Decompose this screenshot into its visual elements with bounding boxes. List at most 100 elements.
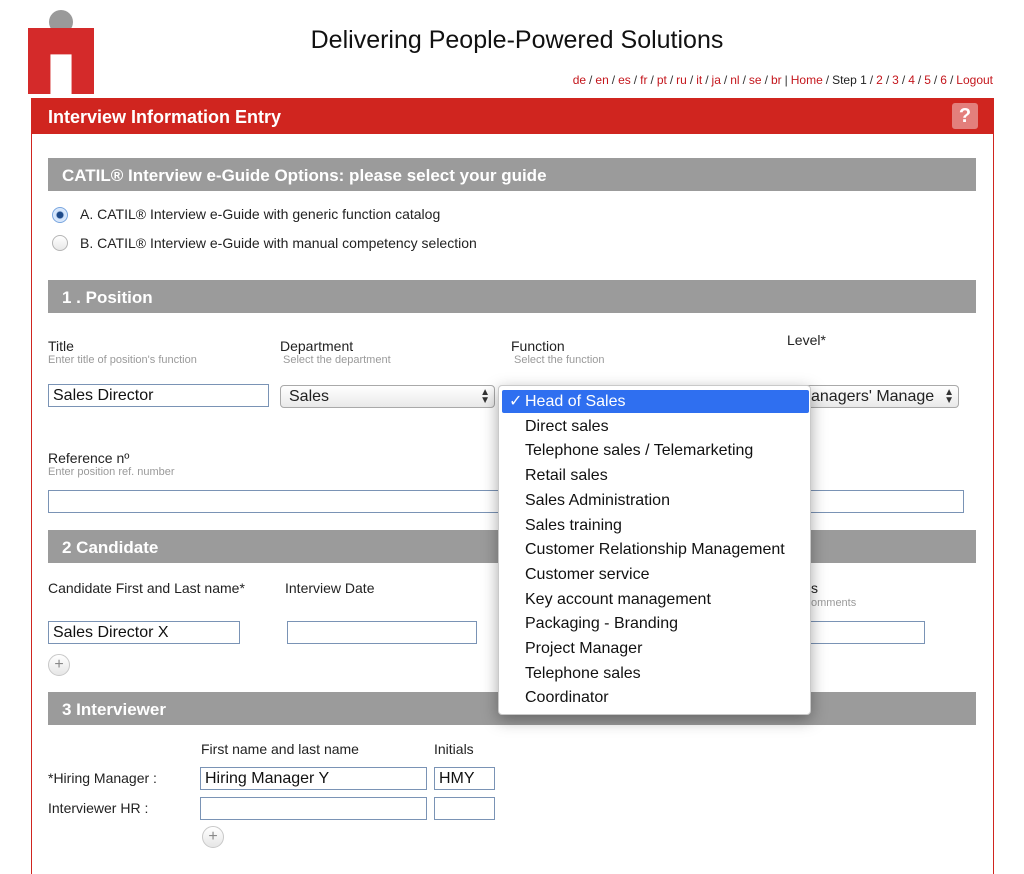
- function-option[interactable]: Retail sales: [502, 464, 809, 487]
- department-label: Department: [280, 338, 354, 354]
- function-option[interactable]: Key account management: [502, 588, 809, 611]
- function-option-label: Customer service: [525, 565, 650, 583]
- help-button[interactable]: ?: [952, 103, 978, 129]
- hiring-manager-initials-input[interactable]: HMY: [434, 767, 495, 790]
- language-link-en[interactable]: en: [595, 73, 608, 87]
- page-title-bar: Interview Information Entry ?: [31, 98, 994, 134]
- function-option[interactable]: Sales training: [502, 514, 809, 537]
- add-interviewer-button[interactable]: +: [202, 826, 224, 848]
- level-select[interactable]: anagers' Manage ▲ ▼: [800, 385, 959, 408]
- function-option[interactable]: Packaging - Branding: [502, 612, 809, 635]
- nav-separator: /: [949, 73, 954, 87]
- function-option[interactable]: Customer service: [502, 563, 809, 586]
- nav-separator: /: [611, 73, 616, 87]
- language-link-ja[interactable]: ja: [712, 73, 721, 87]
- select-arrows-icon: ▲ ▼: [480, 387, 490, 406]
- nav-separator: |: [784, 73, 788, 87]
- title-hint: Enter title of position's function: [48, 354, 197, 366]
- function-option[interactable]: Customer Relationship Management: [502, 538, 809, 561]
- page-title: Interview Information Entry: [48, 107, 282, 127]
- home-link[interactable]: Home: [791, 73, 823, 87]
- department-select[interactable]: Sales ▲ ▼: [280, 385, 495, 408]
- guide-option-b-radio[interactable]: [52, 235, 68, 251]
- nav-separator: /: [825, 73, 830, 87]
- nav-separator: /: [689, 73, 694, 87]
- nav-separator: /: [650, 73, 654, 87]
- reference-label: Reference nº: [48, 450, 130, 466]
- function-option[interactable]: Telephone sales: [502, 662, 809, 685]
- nav-separator: /: [633, 73, 638, 87]
- nav-separator: /: [901, 73, 906, 87]
- nav-separator: /: [917, 73, 922, 87]
- nav-separator: /: [885, 73, 890, 87]
- language-link-ru[interactable]: ru: [676, 73, 687, 87]
- language-link-se[interactable]: se: [749, 73, 762, 87]
- nav-separator: /: [723, 73, 728, 87]
- nav-separator: /: [869, 73, 874, 87]
- step-link-3[interactable]: 3: [892, 73, 899, 87]
- interviewer-hr-initials-input[interactable]: [434, 797, 495, 820]
- function-option-label: Retail sales: [525, 467, 608, 485]
- hiring-manager-name-input[interactable]: Hiring Manager Y: [200, 767, 427, 790]
- function-option-label: Sales Administration: [525, 491, 670, 509]
- position-section-heading: 1 . Position: [48, 280, 976, 313]
- language-link-br[interactable]: br: [771, 73, 782, 87]
- guide-option-a-label[interactable]: A. CATIL® Interview e-Guide with generic…: [80, 206, 440, 222]
- level-select-value: anagers' Manage: [811, 388, 935, 405]
- function-option-label: Sales training: [525, 516, 622, 534]
- nav-separator: /: [705, 73, 709, 87]
- add-candidate-button[interactable]: +: [48, 654, 70, 676]
- level-label: Level*: [787, 332, 826, 348]
- step-link-6[interactable]: 6: [940, 73, 947, 87]
- interviewer-name-column: First name and last name: [201, 741, 359, 757]
- guide-option-a-radio[interactable]: [52, 207, 68, 223]
- function-option-label: Packaging - Branding: [525, 615, 678, 633]
- function-option[interactable]: Sales Administration: [502, 489, 809, 512]
- function-option-label: Telephone sales: [525, 664, 641, 682]
- function-option[interactable]: ✓ Head of Sales: [502, 390, 809, 413]
- language-link-nl[interactable]: nl: [730, 73, 739, 87]
- guide-option-b-label[interactable]: B. CATIL® Interview e-Guide with manual …: [80, 235, 477, 251]
- language-link-es[interactable]: es: [618, 73, 631, 87]
- language-link-de[interactable]: de: [573, 73, 586, 87]
- interviewer-hr-name-input[interactable]: [200, 797, 427, 820]
- function-option[interactable]: Direct sales: [502, 415, 809, 438]
- step-link-4[interactable]: 4: [908, 73, 915, 87]
- observations-label: s: [811, 580, 818, 596]
- interviewer-initials-column: Initials: [434, 741, 474, 757]
- function-option-label: Customer Relationship Management: [525, 541, 785, 559]
- interviewer-hr-label: Interviewer HR :: [48, 800, 149, 816]
- step-link-2[interactable]: 2: [876, 73, 883, 87]
- step-link-5[interactable]: 5: [924, 73, 931, 87]
- function-hint: Select the function: [514, 354, 605, 366]
- reference-hint: Enter position ref. number: [48, 466, 175, 478]
- function-option[interactable]: Coordinator: [502, 686, 809, 709]
- current-step: Step 1: [832, 73, 867, 87]
- nav-separator: /: [764, 73, 768, 87]
- function-option[interactable]: Telephone sales / Telemarketing: [502, 439, 809, 462]
- title-label: Title: [48, 338, 74, 354]
- observations-hint: omments: [811, 597, 857, 609]
- function-option-label: Telephone sales / Telemarketing: [525, 442, 754, 460]
- interview-date-input[interactable]: [287, 621, 477, 644]
- function-label: Function: [511, 338, 565, 354]
- function-option-label: Project Manager: [525, 640, 643, 657]
- title-input[interactable]: Sales Director: [48, 384, 269, 407]
- function-dropdown-menu: ✓ Head of Sales Direct sales Telephone sale…: [498, 385, 811, 715]
- nav-separator: /: [589, 73, 593, 87]
- function-option-label: Coordinator: [525, 689, 609, 707]
- function-option[interactable]: Project Manager: [502, 637, 809, 660]
- top-navigation: de / en / es / fr / pt / ru / it / ja / nl / se / br | Home / St…: [573, 73, 993, 87]
- nav-separator: /: [742, 73, 746, 87]
- guide-section-heading: CATIL® Interview e-Guide Options: please…: [48, 158, 976, 191]
- candidate-name-input[interactable]: Sales Director X: [48, 621, 240, 644]
- function-option-label: Head of Sales: [525, 393, 626, 410]
- hiring-manager-label: *Hiring Manager :: [48, 770, 157, 786]
- tagline: Delivering People-Powered Solutions: [310, 26, 724, 54]
- select-arrows-icon: ▲ ▼: [944, 387, 954, 406]
- nav-separator: /: [933, 73, 938, 87]
- nav-separator: /: [669, 73, 674, 87]
- logout-link[interactable]: Logout: [956, 73, 993, 87]
- department-select-value: Sales: [289, 388, 330, 405]
- language-link-pt[interactable]: pt: [657, 73, 667, 87]
